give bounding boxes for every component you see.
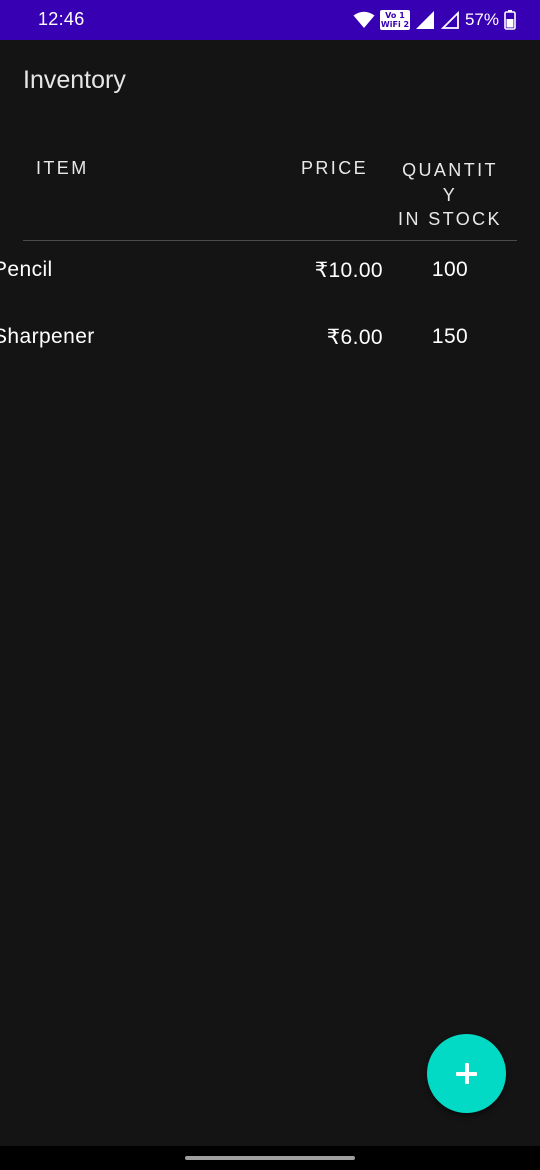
- item-name: Pencil: [0, 258, 53, 281]
- gesture-handle[interactable]: [185, 1156, 355, 1160]
- vowifi-icon: Vo 1 WiFi 2: [379, 10, 410, 30]
- status-icons: Vo 1 WiFi 2 57%: [348, 8, 516, 32]
- inventory-screen: 12:46 Vo 1 WiFi 2 57% Inventory ITEM PRI…: [0, 0, 540, 1170]
- column-header-price: PRICE: [301, 158, 369, 178]
- wifi-icon: [353, 11, 375, 29]
- header-divider: [23, 240, 517, 241]
- table-row[interactable]: Pencil ₹10.00 100: [0, 258, 540, 298]
- column-header-item: ITEM: [36, 158, 89, 178]
- navigation-bar: [0, 1146, 540, 1170]
- battery-icon: [504, 10, 516, 30]
- item-quantity: 100: [431, 258, 469, 281]
- battery-percent: 57%: [464, 10, 499, 29]
- signal-outline-icon: [440, 10, 460, 30]
- item-name: Sharpener: [0, 325, 95, 348]
- column-header-quantity-line2: Y: [442, 184, 458, 205]
- item-price: ₹6.00: [326, 326, 383, 349]
- column-header-quantity: QUANTIT Y IN STOCK: [392, 158, 508, 232]
- plus-icon: [456, 1063, 477, 1084]
- signal-icon: [415, 10, 435, 30]
- status-time: 12:46: [38, 9, 85, 29]
- page-title: Inventory: [23, 66, 126, 94]
- item-price: ₹10.00: [314, 259, 383, 282]
- column-header-quantity-line3: IN STOCK: [398, 209, 502, 229]
- table-row[interactable]: Sharpener ₹6.00 150: [0, 325, 540, 365]
- column-header-quantity-line1: QUANTIT: [402, 160, 498, 180]
- status-bar: 12:46 Vo 1 WiFi 2 57%: [0, 0, 540, 40]
- item-quantity: 150: [431, 325, 469, 348]
- add-item-button[interactable]: [427, 1034, 506, 1113]
